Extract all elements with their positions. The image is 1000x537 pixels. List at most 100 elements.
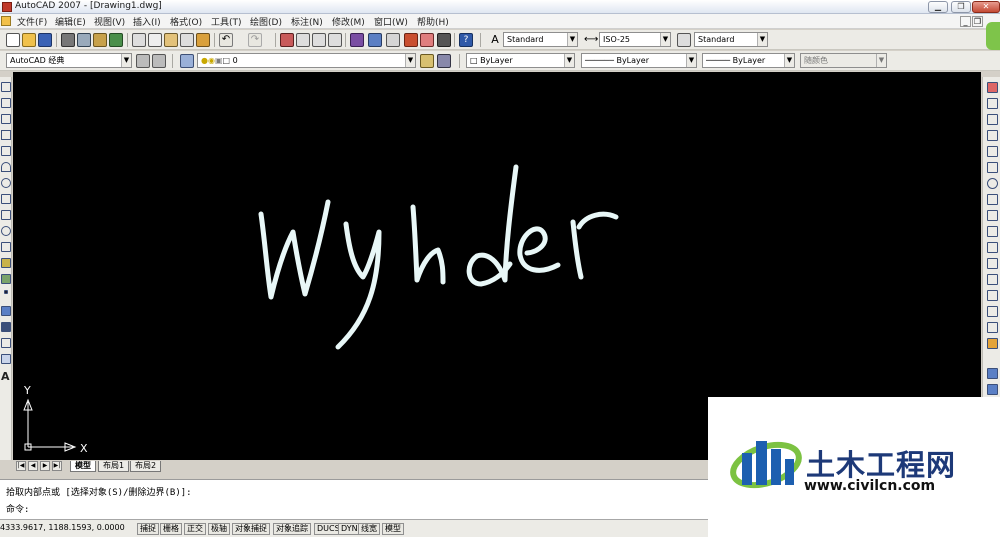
scale-icon[interactable]	[987, 194, 998, 205]
join-icon[interactable]	[987, 290, 998, 301]
cut-icon[interactable]	[132, 33, 146, 47]
construction-line-icon[interactable]	[1, 98, 11, 108]
minimize-button[interactable]: ▁	[928, 1, 948, 13]
extend-icon[interactable]	[987, 242, 998, 253]
calculator-icon[interactable]	[437, 33, 451, 47]
undo-icon[interactable]: ↶	[219, 33, 233, 47]
snap-toggle[interactable]: 捕捉	[137, 523, 159, 535]
workspace-settings-icon[interactable]	[136, 54, 150, 68]
arc-icon[interactable]	[1, 162, 11, 172]
workspace-dropdown[interactable]: AutoCAD 经典 ▼	[6, 53, 132, 68]
command-window[interactable]: 拾取内部点或 [选择对象(S)/删除边界(B)]: 命令:	[0, 479, 708, 519]
menu-window[interactable]: 窗口(W)	[374, 15, 408, 28]
hatch-icon[interactable]	[1, 306, 11, 316]
model-space-toggle[interactable]: 模型	[382, 523, 404, 535]
otrack-toggle[interactable]: 对象追踪	[273, 523, 311, 535]
open-icon[interactable]	[22, 33, 36, 47]
command-prompt[interactable]: 命令:	[6, 502, 29, 515]
first-tab-icon[interactable]: |◀	[16, 461, 26, 471]
sheet-set-icon[interactable]	[404, 33, 418, 47]
revision-cloud-icon[interactable]	[1, 194, 11, 204]
autocad-app-icon[interactable]	[2, 2, 12, 12]
draw-order-icon[interactable]	[987, 368, 998, 379]
polar-toggle[interactable]: 极轴	[208, 523, 230, 535]
save-workspace-icon[interactable]	[152, 54, 166, 68]
zoom-previous-icon[interactable]	[328, 33, 342, 47]
offset-icon[interactable]	[987, 130, 998, 141]
menu-modify[interactable]: 修改(M)	[332, 15, 365, 28]
properties-icon[interactable]	[350, 33, 364, 47]
tool-palettes-icon[interactable]	[386, 33, 400, 47]
break-icon[interactable]	[987, 274, 998, 285]
move-icon[interactable]	[987, 162, 998, 173]
tab-layout2[interactable]: 布局2	[130, 461, 162, 472]
region-icon[interactable]	[1, 338, 11, 348]
ellipse-icon[interactable]	[1, 226, 11, 236]
menu-draw[interactable]: 绘图(D)	[250, 15, 282, 28]
next-tab-icon[interactable]: ▶	[40, 461, 50, 471]
table-style-dropdown[interactable]: Standard ▼	[694, 32, 768, 47]
redo-icon[interactable]: ↷	[248, 33, 262, 47]
restore-button[interactable]: ❐	[951, 1, 971, 13]
make-block-icon[interactable]	[1, 274, 11, 284]
block-editor-icon[interactable]	[196, 33, 210, 47]
bring-to-front-icon[interactable]	[987, 384, 998, 395]
copy-icon[interactable]	[148, 33, 162, 47]
erase-icon[interactable]	[987, 82, 998, 93]
make-object-layer-current-icon[interactable]	[420, 54, 434, 68]
linetype-dropdown[interactable]: ────── ByLayer ▼	[581, 53, 697, 68]
break-at-point-icon[interactable]	[987, 258, 998, 269]
plot-preview-icon[interactable]	[77, 33, 91, 47]
tab-model[interactable]: 模型	[70, 461, 96, 472]
fillet-icon[interactable]	[987, 322, 998, 333]
lineweight-toggle[interactable]: 线宽	[358, 523, 380, 535]
color-dropdown[interactable]: □ ByLayer ▼	[466, 53, 575, 68]
trim-icon[interactable]	[987, 226, 998, 237]
point-icon[interactable]	[4, 290, 8, 294]
lineweight-dropdown[interactable]: ───── ByLayer ▼	[702, 53, 795, 68]
layer-dropdown[interactable]: ●◉▣□ 0 ▼	[197, 53, 416, 68]
layer-previous-icon[interactable]	[437, 54, 451, 68]
document-icon[interactable]	[1, 16, 11, 26]
new-icon[interactable]	[6, 33, 20, 47]
ortho-toggle[interactable]: 正交	[184, 523, 206, 535]
coordinate-readout[interactable]: 4333.9617, 1188.1593, 0.0000	[0, 523, 125, 532]
stretch-icon[interactable]	[987, 210, 998, 221]
3d-dwf-icon[interactable]	[109, 33, 123, 47]
insert-block-icon[interactable]	[1, 258, 11, 268]
polygon-icon[interactable]	[1, 130, 11, 140]
match-properties-icon[interactable]	[180, 33, 194, 47]
line-icon[interactable]	[1, 82, 11, 92]
text-style-dropdown[interactable]: Standard ▼	[503, 32, 578, 47]
menu-view[interactable]: 视图(V)	[94, 15, 125, 28]
spline-icon[interactable]	[1, 210, 11, 220]
zoom-realtime-icon[interactable]	[296, 33, 310, 47]
help-icon[interactable]: ?	[459, 33, 473, 47]
circle-icon[interactable]	[1, 178, 11, 188]
menu-help[interactable]: 帮助(H)	[417, 15, 449, 28]
array-icon[interactable]	[987, 146, 998, 157]
markup-set-icon[interactable]	[420, 33, 434, 47]
layer-manager-icon[interactable]	[180, 54, 194, 68]
polyline-icon[interactable]	[1, 114, 11, 124]
paste-icon[interactable]	[164, 33, 178, 47]
explode-icon[interactable]	[987, 338, 998, 349]
plot-icon[interactable]	[61, 33, 75, 47]
copy-object-icon[interactable]	[987, 98, 998, 109]
publish-icon[interactable]	[93, 33, 107, 47]
multiline-text-icon[interactable]: A	[1, 370, 10, 383]
design-center-icon[interactable]	[368, 33, 382, 47]
doc-minimize-button[interactable]: _	[960, 16, 971, 27]
menu-file[interactable]: 文件(F)	[17, 15, 47, 28]
osnap-toggle[interactable]: 对象捕捉	[232, 523, 270, 535]
close-button[interactable]: ✕	[972, 1, 1000, 13]
doc-restore-button[interactable]: ❐	[972, 16, 983, 27]
chamfer-icon[interactable]	[987, 306, 998, 317]
tab-layout1[interactable]: 布局1	[98, 461, 130, 472]
menu-insert[interactable]: 插入(I)	[133, 15, 161, 28]
mirror-icon[interactable]	[987, 114, 998, 125]
rotate-icon[interactable]	[987, 178, 998, 189]
menu-edit[interactable]: 编辑(E)	[55, 15, 86, 28]
last-tab-icon[interactable]: ▶|	[52, 461, 62, 471]
save-icon[interactable]	[38, 33, 52, 47]
